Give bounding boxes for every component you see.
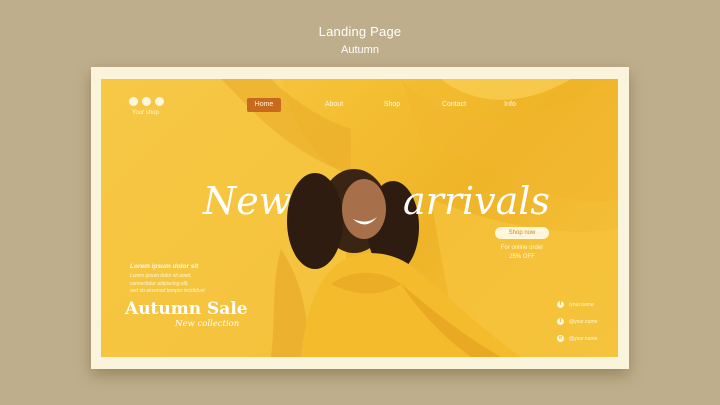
- promo-lorem-text: Lorem ipsum dolor sit amet, consectetur …: [130, 273, 220, 296]
- nav-info[interactable]: Info: [495, 98, 525, 112]
- promo-lorem-title: Lorem ipsum dolor sit: [130, 263, 199, 270]
- offer-text: For online order: [500, 245, 544, 251]
- promo-lorem-line: consectetur adipiscing elit,: [130, 280, 189, 287]
- new-collection-subtitle: New collection: [175, 319, 240, 329]
- hero-section: Your shop Home About Shop Contact Info N…: [101, 79, 618, 357]
- nav-about[interactable]: About: [315, 98, 353, 112]
- nav-home[interactable]: Home: [247, 98, 281, 112]
- promo-lorem-line: sed do eiusmod tempor incididunt: [130, 288, 205, 294]
- autumn-sale-title: Autumn Sale: [125, 299, 248, 319]
- facebook-icon: f: [557, 301, 564, 308]
- offer-discount: 25% OFF: [509, 254, 535, 260]
- shop-now-button[interactable]: Shop now: [495, 227, 549, 239]
- online-offer: For online order 25% OFF: [493, 244, 551, 262]
- instagram-icon: o: [557, 335, 564, 342]
- landing-mockup-frame: Your shop Home About Shop Contact Info N…: [91, 67, 629, 369]
- social-handle: @your.name: [569, 318, 598, 325]
- social-handle: /your.name: [569, 301, 594, 308]
- nav-contact[interactable]: Contact: [431, 98, 477, 112]
- page-subtitle: Autumn: [341, 44, 379, 56]
- social-link-facebook[interactable]: f /your.name: [557, 300, 617, 309]
- social-handle: @your.name: [569, 335, 598, 342]
- page-header: Landing Page Autumn: [0, 24, 720, 57]
- page-title: Landing Page: [318, 24, 402, 39]
- twitter-icon: t: [557, 318, 564, 325]
- promo-lorem-line: Lorem ipsum dolor sit amet,: [130, 273, 192, 279]
- social-link-twitter[interactable]: t @your.name: [557, 317, 617, 326]
- nav-shop[interactable]: Shop: [373, 98, 411, 112]
- social-link-instagram[interactable]: o @your.name: [557, 334, 617, 343]
- headline-new: New: [203, 179, 292, 223]
- headline-arrivals: arrivals: [403, 179, 550, 223]
- top-navigation: Home About Shop Contact Info: [101, 98, 618, 112]
